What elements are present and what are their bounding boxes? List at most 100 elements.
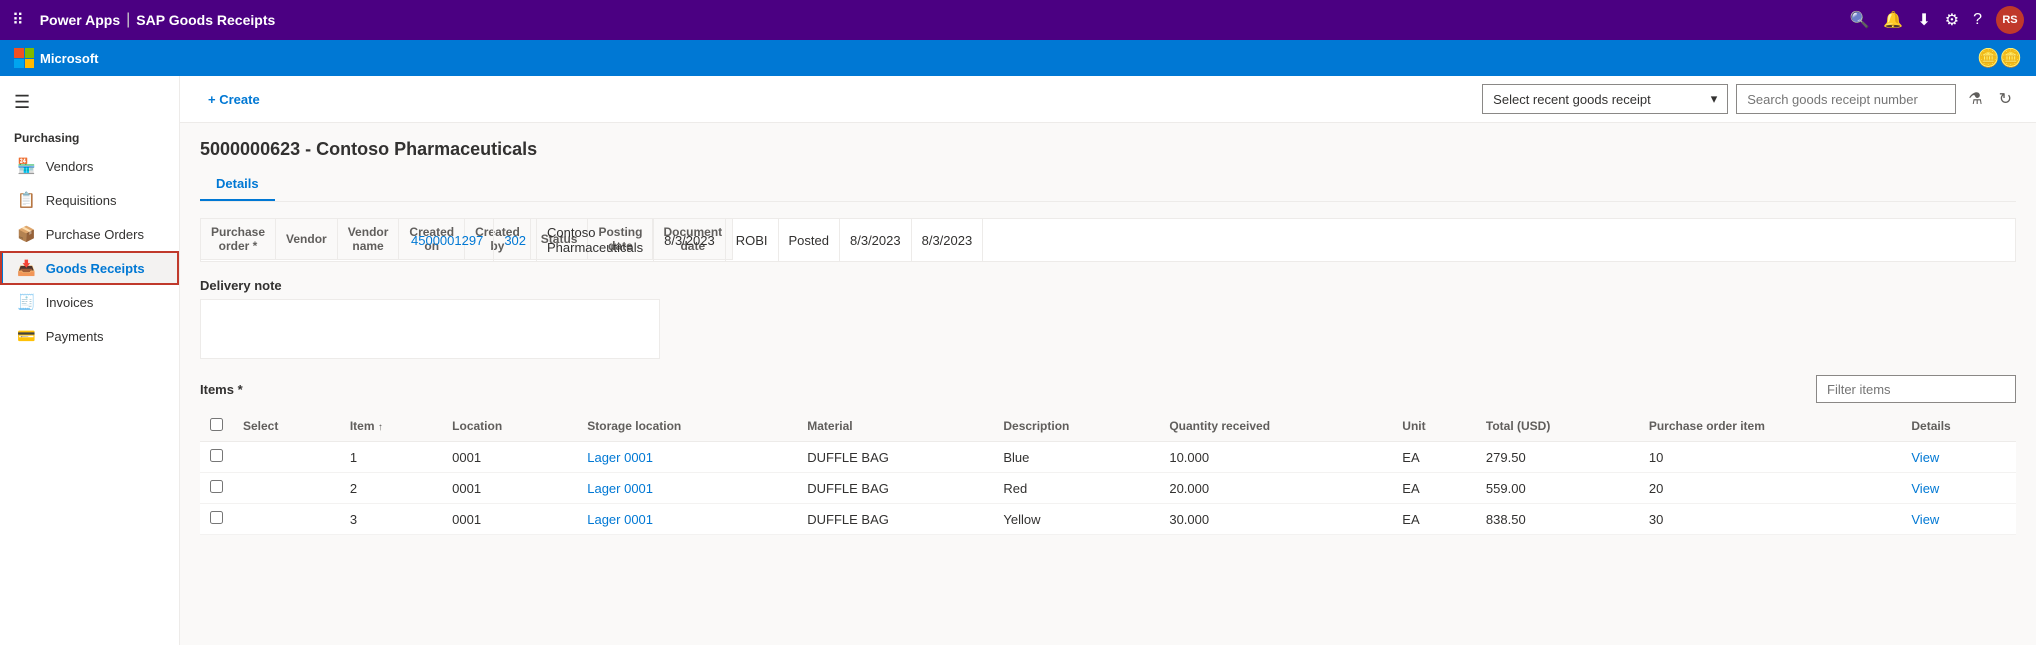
- row-storage-location-1: Lager 0001: [577, 473, 797, 504]
- row-description-0: Blue: [993, 442, 1159, 473]
- row-checkbox-0[interactable]: [210, 449, 223, 462]
- row-storage-location-2: Lager 0001: [577, 504, 797, 535]
- row-details-0: View: [1901, 442, 2016, 473]
- download-icon[interactable]: ⬇: [1917, 10, 1930, 30]
- row-material-0: DUFFLE BAG: [797, 442, 993, 473]
- items-section-label: Items *: [200, 382, 243, 397]
- settings-icon[interactable]: ⚙: [1945, 10, 1959, 30]
- row-material-2: DUFFLE BAG: [797, 504, 993, 535]
- form-status: Posted: [778, 219, 839, 261]
- row-description-2: Yellow: [993, 504, 1159, 535]
- col-header-vendor-name: Vendor name: [337, 219, 399, 260]
- refresh-icon-button[interactable]: ↻: [1995, 85, 2016, 113]
- row-location-1: 0001: [442, 473, 577, 504]
- ms-logo-yellow: [25, 59, 35, 69]
- col-header-checkbox: [200, 411, 233, 442]
- view-link-2[interactable]: View: [1911, 512, 1939, 527]
- app-name-label: Power Apps: [40, 12, 120, 28]
- ms-logo-green: [25, 48, 35, 58]
- row-item-0: 1: [340, 442, 442, 473]
- tab-details[interactable]: Details: [200, 170, 275, 201]
- row-details-1: View: [1901, 473, 2016, 504]
- requisitions-icon: 📋: [17, 191, 36, 209]
- row-qty-received-2: 30.000: [1159, 504, 1392, 535]
- form-vendor: 302: [494, 219, 537, 261]
- search-icon[interactable]: 🔍: [1850, 10, 1870, 30]
- row-unit-2: EA: [1392, 504, 1476, 535]
- col-header-purchase-order: Purchase order *: [201, 219, 276, 260]
- row-total-usd-2: 838.50: [1476, 504, 1639, 535]
- row-po-item-2: 30: [1639, 504, 1902, 535]
- storage-location-link-1[interactable]: Lager 0001: [587, 481, 653, 496]
- record-title: 5000000623 - Contoso Pharmaceuticals: [200, 139, 2016, 160]
- col-header-unit: Unit: [1392, 411, 1476, 442]
- col-header-description: Description: [993, 411, 1159, 442]
- row-unit-1: EA: [1392, 473, 1476, 504]
- row-storage-location-0: Lager 0001: [577, 442, 797, 473]
- search-goods-receipt-input[interactable]: [1736, 84, 1956, 114]
- delivery-note-box[interactable]: [200, 299, 660, 359]
- row-checkbox-2[interactable]: [210, 511, 223, 524]
- purchase-order-link[interactable]: 4500001297: [411, 233, 483, 248]
- row-location-2: 0001: [442, 504, 577, 535]
- table-row: 2 0001 Lager 0001 DUFFLE BAG Red 20.000 …: [200, 473, 2016, 504]
- user-avatar[interactable]: RS: [1996, 6, 2024, 34]
- sidebar-item-requisitions[interactable]: 📋 Requisitions: [0, 183, 179, 217]
- sidebar: ☰ Purchasing 🏪 Vendors 📋 Requisitions 📦 …: [0, 76, 180, 645]
- row-item-2: 3: [340, 504, 442, 535]
- col-header-storage-location: Storage location: [577, 411, 797, 442]
- row-qty-received-1: 20.000: [1159, 473, 1392, 504]
- col-header-item[interactable]: Item ↑: [340, 411, 442, 442]
- apps-grid-icon[interactable]: ⠿: [12, 10, 24, 30]
- sidebar-item-label-goods-receipts: Goods Receipts: [46, 261, 145, 276]
- help-icon[interactable]: ?: [1973, 11, 1982, 29]
- sidebar-item-invoices[interactable]: 🧾 Invoices: [0, 285, 179, 319]
- coin-icon: 🪙🪙: [1977, 48, 2022, 69]
- create-label: + Create: [208, 92, 260, 107]
- table-row: 3 0001 Lager 0001 DUFFLE BAG Yellow 30.0…: [200, 504, 2016, 535]
- filter-items-input[interactable]: [1816, 375, 2016, 403]
- row-select-1: [233, 473, 340, 504]
- payments-icon: 💳: [17, 327, 36, 345]
- items-table: Select Item ↑ Location Storage location: [200, 411, 2016, 535]
- ms-logo-grid: [14, 48, 34, 68]
- recent-goods-receipt-dropdown[interactable]: Select recent goods receipt ▾: [1482, 84, 1728, 114]
- sidebar-item-vendors[interactable]: 🏪 Vendors: [0, 149, 179, 183]
- sidebar-item-label-invoices: Invoices: [46, 295, 94, 310]
- vendors-icon: 🏪: [17, 157, 36, 175]
- purchase-orders-icon: 📦: [17, 225, 36, 243]
- hamburger-icon[interactable]: ☰: [0, 84, 179, 125]
- col-header-vendor: Vendor: [276, 219, 338, 260]
- notification-icon[interactable]: 🔔: [1883, 10, 1903, 30]
- row-select-0: [233, 442, 340, 473]
- storage-location-link-2[interactable]: Lager 0001: [587, 512, 653, 527]
- filter-icon-button[interactable]: ⚗: [1964, 85, 1986, 113]
- module-name-label: SAP Goods Receipts: [136, 12, 275, 28]
- storage-location-link-0[interactable]: Lager 0001: [587, 450, 653, 465]
- row-po-item-0: 10: [1639, 442, 1902, 473]
- vendor-link[interactable]: 302: [504, 233, 526, 248]
- col-header-details: Details: [1901, 411, 2016, 442]
- select-all-checkbox[interactable]: [210, 418, 223, 431]
- sidebar-item-payments[interactable]: 💳 Payments: [0, 319, 179, 353]
- sidebar-item-goods-receipts[interactable]: 📥 Goods Receipts: [0, 251, 179, 285]
- row-total-usd-1: 559.00: [1476, 473, 1639, 504]
- app-title: Power Apps | SAP Goods Receipts: [40, 11, 276, 29]
- view-link-1[interactable]: View: [1911, 481, 1939, 496]
- brand-name-label: Microsoft: [40, 51, 99, 66]
- col-header-select: Select: [233, 411, 340, 442]
- form-document-date: 8/3/2023: [911, 219, 983, 261]
- col-header-material: Material: [797, 411, 993, 442]
- row-material-1: DUFFLE BAG: [797, 473, 993, 504]
- create-button[interactable]: + Create: [200, 88, 268, 111]
- main-toolbar: + Create Select recent goods receipt ▾ ⚗…: [180, 76, 2036, 123]
- row-checkbox-cell-0: [200, 442, 233, 473]
- row-total-usd-0: 279.50: [1476, 442, 1639, 473]
- row-details-2: View: [1901, 504, 2016, 535]
- select-placeholder: Select recent goods receipt: [1493, 92, 1651, 107]
- row-po-item-1: 20: [1639, 473, 1902, 504]
- goods-receipts-icon: 📥: [17, 259, 36, 277]
- view-link-0[interactable]: View: [1911, 450, 1939, 465]
- sidebar-item-purchase-orders[interactable]: 📦 Purchase Orders: [0, 217, 179, 251]
- row-checkbox-1[interactable]: [210, 480, 223, 493]
